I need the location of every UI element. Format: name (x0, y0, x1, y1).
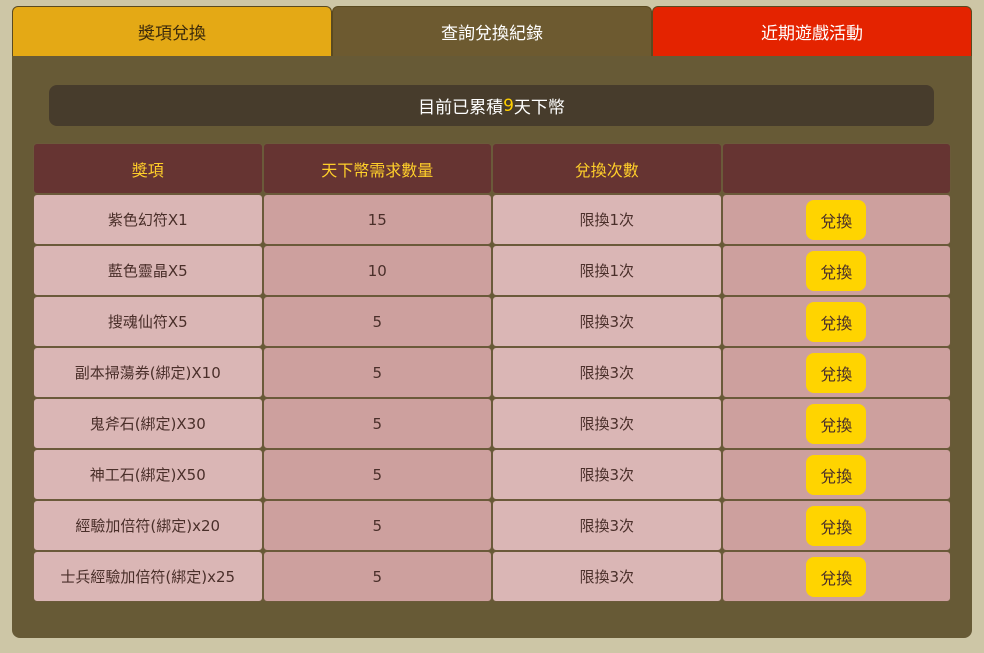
exchange-button[interactable]: 兌換 (806, 454, 867, 495)
prize-name: 鬼斧石(綁定)X30 (33, 398, 263, 449)
action-cell: 兌換 (721, 398, 951, 449)
balance-count: 9 (503, 95, 514, 116)
table-row: 搜魂仙符X5 5 限換3次 兌換 (33, 296, 951, 347)
table-row: 鬼斧石(綁定)X30 5 限換3次 兌換 (33, 398, 951, 449)
prize-cost: 5 (262, 347, 492, 398)
prize-name: 經驗加倍符(綁定)x20 (33, 500, 263, 551)
tab-recent-events[interactable]: 近期遊戲活動 (652, 6, 972, 56)
exchange-limit: 限換3次 (492, 500, 722, 551)
prize-cost: 5 (262, 449, 492, 500)
exchange-limit: 限換3次 (492, 296, 722, 347)
prize-name: 副本掃蕩券(綁定)X10 (33, 347, 263, 398)
exchange-limit: 限換1次 (492, 245, 722, 296)
header-action (721, 143, 951, 194)
exchange-button[interactable]: 兌換 (806, 199, 867, 240)
prize-cost: 5 (262, 500, 492, 551)
exchange-button[interactable]: 兌換 (806, 403, 867, 444)
exchange-button[interactable]: 兌換 (806, 556, 867, 597)
action-cell: 兌換 (721, 245, 951, 296)
prize-cost: 5 (262, 551, 492, 602)
table-row: 經驗加倍符(綁定)x20 5 限換3次 兌換 (33, 500, 951, 551)
header-cost: 天下幣需求數量 (262, 143, 492, 194)
tab-exchange-records[interactable]: 查詢兌換紀錄 (332, 6, 652, 56)
action-cell: 兌換 (721, 347, 951, 398)
action-cell: 兌換 (721, 194, 951, 245)
header-prize: 獎項 (33, 143, 263, 194)
prize-cost: 5 (262, 296, 492, 347)
action-cell: 兌換 (721, 500, 951, 551)
prize-table: 獎項 天下幣需求數量 兌換次數 紫色幻符X1 15 限換1次 兌換 藍色靈晶X5 10 限換… (33, 143, 951, 602)
exchange-limit: 限換1次 (492, 194, 722, 245)
header-limit: 兌換次數 (492, 143, 722, 194)
prize-name: 紫色幻符X1 (33, 194, 263, 245)
tab-prize-exchange[interactable]: 獎項兌換 (12, 6, 332, 56)
action-cell: 兌換 (721, 551, 951, 602)
tab-bar: 獎項兌換 查詢兌換紀錄 近期遊戲活動 (12, 6, 972, 56)
exchange-button[interactable]: 兌換 (806, 505, 867, 546)
table-row: 紫色幻符X1 15 限換1次 兌換 (33, 194, 951, 245)
prize-name: 藍色靈晶X5 (33, 245, 263, 296)
exchange-limit: 限換3次 (492, 551, 722, 602)
exchange-limit: 限換3次 (492, 449, 722, 500)
action-cell: 兌換 (721, 296, 951, 347)
prize-cost: 10 (262, 245, 492, 296)
action-cell: 兌換 (721, 449, 951, 500)
table-row: 神工石(綁定)X50 5 限換3次 兌換 (33, 449, 951, 500)
balance-banner: 目前已累積 9 天下幣 (49, 85, 934, 126)
exchange-panel: 目前已累積 9 天下幣 獎項 天下幣需求數量 兌換次數 紫色幻符X1 15 限換1次 兌換… (12, 56, 972, 638)
table-row: 士兵經驗加倍符(綁定)x25 5 限換3次 兌換 (33, 551, 951, 602)
prize-name: 神工石(綁定)X50 (33, 449, 263, 500)
exchange-limit: 限換3次 (492, 347, 722, 398)
table-row: 副本掃蕩券(綁定)X10 5 限換3次 兌換 (33, 347, 951, 398)
prize-name: 搜魂仙符X5 (33, 296, 263, 347)
table-header: 獎項 天下幣需求數量 兌換次數 (33, 143, 951, 194)
exchange-button[interactable]: 兌換 (806, 352, 867, 393)
prize-cost: 5 (262, 398, 492, 449)
table-row: 藍色靈晶X5 10 限換1次 兌換 (33, 245, 951, 296)
balance-prefix: 目前已累積 (418, 98, 504, 118)
exchange-button[interactable]: 兌換 (806, 301, 867, 342)
prize-cost: 15 (262, 194, 492, 245)
balance-suffix: 天下幣 (513, 98, 565, 118)
prize-name: 士兵經驗加倍符(綁定)x25 (33, 551, 263, 602)
table-body: 紫色幻符X1 15 限換1次 兌換 藍色靈晶X5 10 限換1次 兌換 搜魂仙符X5 5 限換3次兌… (33, 194, 951, 602)
exchange-button[interactable]: 兌換 (806, 250, 867, 291)
exchange-limit: 限換3次 (492, 398, 722, 449)
